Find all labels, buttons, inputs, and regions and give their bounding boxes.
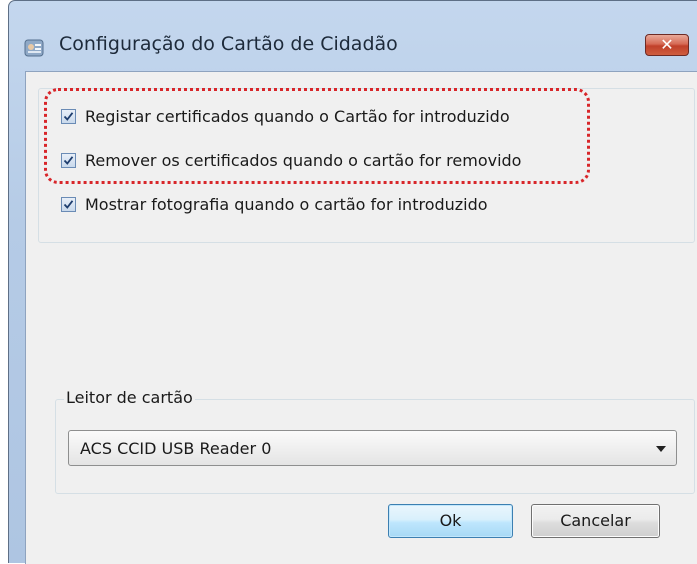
option-show-photo[interactable]: Mostrar fotografia quando o cartão for i… — [61, 192, 488, 216]
options-panel: Registar certificados quando o Cartão fo… — [38, 88, 695, 243]
option-label: Mostrar fotografia quando o cartão for i… — [85, 194, 488, 214]
client-area: Registar certificados quando o Cartão fo… — [25, 71, 697, 564]
ok-button[interactable]: Ok — [388, 504, 513, 538]
checkbox-show-photo[interactable] — [61, 196, 76, 212]
window-title: Configuração do Cartão de Cidadão — [59, 33, 398, 55]
checkmark-icon — [63, 199, 74, 209]
close-button[interactable]: ✕ — [645, 34, 689, 56]
card-reader-selected: ACS CCID USB Reader 0 — [80, 439, 272, 458]
title-bar[interactable]: Configuração do Cartão de Cidadão ✕ — [9, 1, 697, 57]
close-icon: ✕ — [660, 35, 674, 54]
option-label: Registar certificados quando o Cartão fo… — [85, 106, 510, 126]
chevron-down-icon[interactable] — [656, 446, 666, 452]
card-reader-dropdown[interactable]: ACS CCID USB Reader 0 — [68, 430, 677, 466]
id-card-icon — [24, 39, 44, 57]
checkmark-icon — [63, 155, 74, 165]
checkmark-icon — [63, 111, 74, 121]
option-register-certificates[interactable]: Registar certificados quando o Cartão fo… — [61, 104, 510, 128]
checkbox-remove-certificates[interactable] — [61, 152, 76, 168]
card-reader-label: Leitor de cartão — [64, 388, 195, 407]
option-label: Remover os certificados quando o cartão … — [85, 150, 522, 170]
dialog-window: Configuração do Cartão de Cidadão ✕ Regi… — [8, 0, 697, 564]
option-remove-certificates[interactable]: Remover os certificados quando o cartão … — [61, 148, 521, 172]
cancel-button[interactable]: Cancelar — [531, 504, 660, 538]
checkbox-register-certificates[interactable] — [61, 108, 76, 124]
